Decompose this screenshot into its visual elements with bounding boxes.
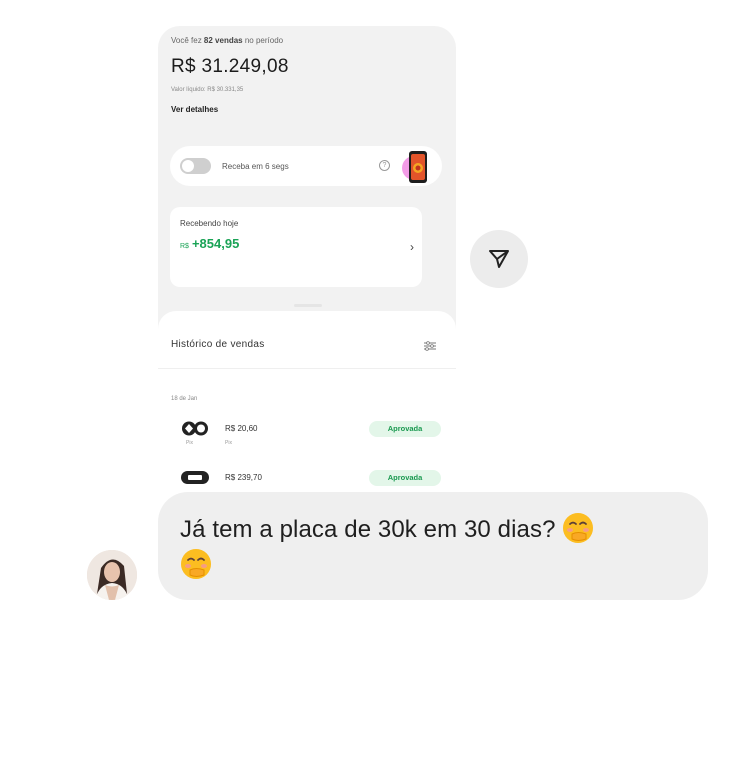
history-title: Histórico de vendas: [171, 339, 265, 350]
sales-count-line: Você fez 82 vendas no período: [171, 36, 443, 48]
today-value: +854,95: [191, 236, 240, 251]
smiling-face-with-hand-over-mouth-icon: [562, 513, 593, 543]
filter-icon[interactable]: [424, 341, 436, 351]
message-bubble[interactable]: Já tem a placa de 30k em 30 dias?: [158, 492, 708, 600]
sales-prefix: Você fez: [171, 36, 202, 45]
receive-toggle-label: Receba em 6 segs: [222, 161, 289, 171]
details-link[interactable]: Ver detalhes: [171, 105, 443, 114]
sales-total: R$ 31.249,08: [171, 56, 289, 77]
sales-count: 82 vendas: [203, 36, 243, 45]
send-icon: [489, 250, 509, 268]
sales-suffix: no período: [244, 36, 284, 45]
avatar[interactable]: [87, 550, 137, 600]
profile-photo: [87, 550, 137, 600]
receive-fast-row: Receba em 6 segs ?: [170, 146, 442, 186]
pix-icon: [182, 421, 208, 436]
receiving-today-title: Recebendo hoje: [180, 219, 239, 228]
help-icon[interactable]: ?: [379, 160, 390, 171]
smiling-face-with-hand-over-mouth-icon: [181, 549, 211, 579]
message-content: Já tem a placa de 30k em 30 dias?: [180, 512, 686, 584]
status-badge: Aprovada: [369, 470, 441, 486]
chevron-right-icon: ›: [410, 240, 414, 254]
transaction-row[interactable]: R$ 239,70 Aprovada: [180, 470, 441, 494]
sales-history-sheet: Histórico de vendas 18 de Jan Pix R$ 20,…: [158, 304, 456, 494]
divider: [158, 368, 456, 369]
status-badge: Aprovada: [369, 421, 441, 437]
sheet-handle[interactable]: [294, 304, 322, 307]
method-label: Pix: [186, 440, 193, 446]
receiving-today-card[interactable]: Recebendo hoje R$ +854,95 ›: [170, 207, 422, 287]
transaction-amount: R$ 239,70: [225, 473, 262, 482]
date-label: 18 de Jan: [171, 396, 198, 402]
currency-label: R$: [180, 243, 189, 250]
sales-summary: Você fez 82 vendas no período R$ 31.249,…: [158, 26, 456, 114]
toggle-knob: [182, 160, 194, 172]
share-button[interactable]: [470, 230, 528, 288]
receiving-today-amount: R$ +854,95: [180, 236, 239, 251]
mastercard-icon: [181, 471, 209, 484]
message-text: Já tem a placa de 30k em 30 dias?: [180, 516, 556, 543]
phone-promo-icon: [402, 151, 427, 183]
shared-screenshot[interactable]: Você fez 82 vendas no período R$ 31.249,…: [158, 26, 456, 494]
transaction-amount: R$ 20,60: [225, 424, 258, 433]
receive-toggle[interactable]: [180, 158, 211, 174]
net-value: Valor líquido: R$ 30.331,35: [171, 87, 244, 93]
transaction-sub: Pix: [225, 440, 232, 446]
transaction-row[interactable]: Pix R$ 20,60 Pix Aprovada: [180, 421, 441, 451]
